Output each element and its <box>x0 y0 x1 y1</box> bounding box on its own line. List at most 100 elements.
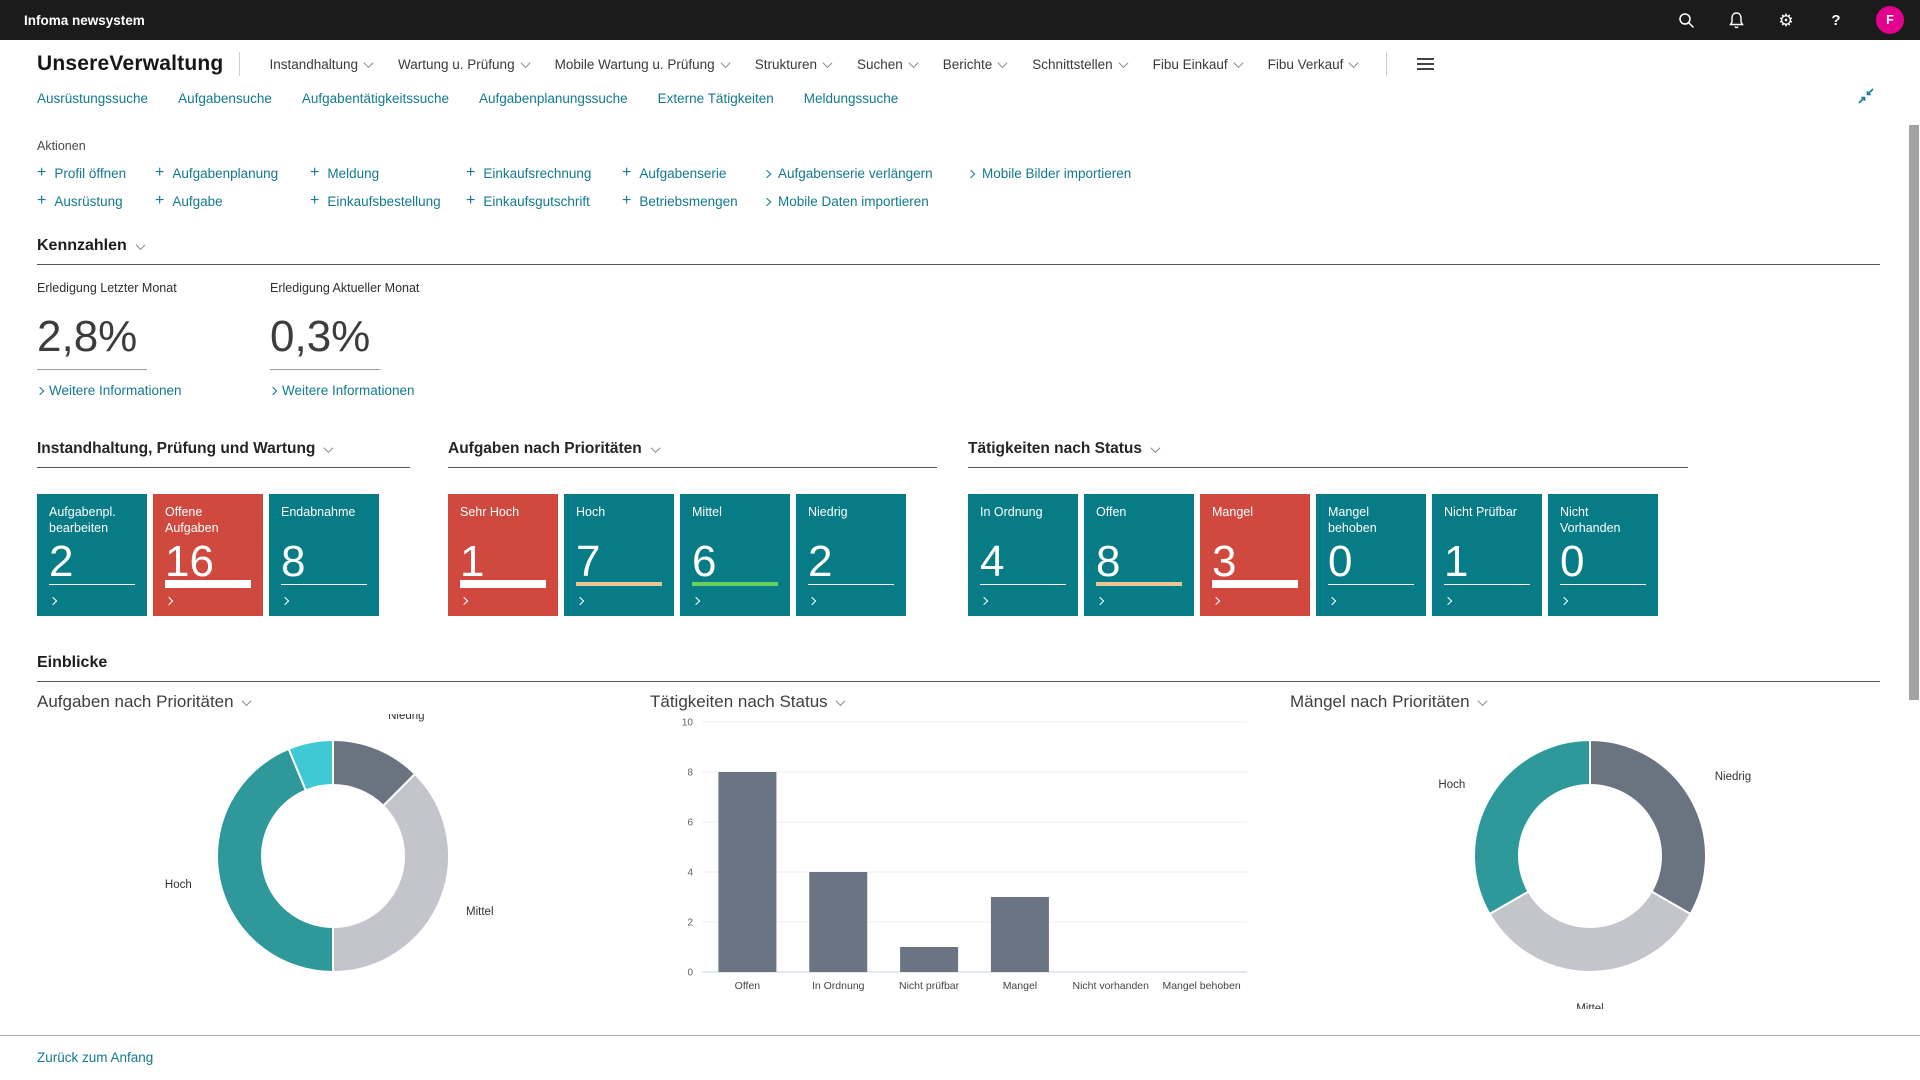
tile-label: Nicht Prüfbar <box>1444 504 1530 536</box>
collapse-header-icon[interactable] <box>1856 86 1876 111</box>
cue-tile-sehr-hoch[interactable]: Sehr Hoch1 <box>448 494 558 616</box>
kpi-label: Erledigung Aktueller Monat <box>270 280 420 314</box>
cue-tile-niedrig[interactable]: Niedrig2 <box>796 494 906 616</box>
chevron-down-icon <box>823 58 833 68</box>
chevron-right-icon <box>576 597 584 605</box>
nav-item-schnittstellen[interactable]: Schnittstellen <box>1019 53 1139 76</box>
charts-row: Aufgaben nach Prioritäten NiedrigMittelH… <box>0 692 1920 1009</box>
tile-value: 0 <box>1560 540 1646 584</box>
action-aufgabe[interactable]: +Aufgabe <box>155 190 310 213</box>
action-aufgabenserie-verlängern[interactable]: Aufgabenserie verlängern <box>764 162 968 185</box>
chart-title[interactable]: Mängel nach Prioritäten <box>1290 692 1880 712</box>
chevron-down-icon <box>1349 58 1359 68</box>
chart-title[interactable]: Aufgaben nach Prioritäten <box>37 692 650 712</box>
action-betriebsmengen[interactable]: +Betriebsmengen <box>622 190 764 213</box>
tile-group-header[interactable]: Tätigkeiten nach Status <box>968 440 1708 458</box>
nav-item-strukturen[interactable]: Strukturen <box>742 53 844 76</box>
action-aufgabenserie[interactable]: +Aufgabenserie <box>622 162 764 185</box>
tile-row: Aufgabenpl. bearbeiten2Offene Aufgaben16… <box>37 494 448 616</box>
back-to-top-link[interactable]: Zurück zum Anfang <box>0 1036 153 1065</box>
subnav-item-aufgabensuche[interactable]: Aufgabensuche <box>178 91 272 106</box>
tile-group-aufgaben-nach-prioritäten: Aufgaben nach Prioritäten Sehr Hoch1Hoch7… <box>448 440 968 616</box>
tile-status-bar <box>1328 584 1414 585</box>
kpi-value: 2,8% <box>37 314 225 360</box>
tile-group-header[interactable]: Instandhaltung, Prüfung und Wartung <box>37 440 448 458</box>
chevron-right-icon <box>281 597 289 605</box>
action-label: Einkaufsgutschrift <box>483 194 590 209</box>
tile-status-bar <box>1444 584 1530 585</box>
chevron-right-icon <box>763 197 771 205</box>
cue-tile-endabnahme[interactable]: Endabnahme8 <box>269 494 379 616</box>
nav-item-berichte[interactable]: Berichte <box>930 53 1020 76</box>
chevron-right-icon <box>269 386 277 394</box>
subnav-item-externe-tätigkeiten[interactable]: Externe Tätigkeiten <box>658 91 774 106</box>
tile-status-bar <box>808 584 894 585</box>
action-mobile-daten-importieren[interactable]: Mobile Daten importieren <box>764 190 968 213</box>
kennzahlen-section: Kennzahlen Erledigung Letzter Monat2,8%W… <box>0 237 1920 398</box>
help-icon[interactable]: ? <box>1826 10 1846 30</box>
cue-tile-in-ordnung[interactable]: In Ordnung4 <box>968 494 1078 616</box>
subnav-item-aufgabenplanungssuche[interactable]: Aufgabenplanungssuche <box>479 91 628 106</box>
action-aufgabenplanung[interactable]: +Aufgabenplanung <box>155 162 310 185</box>
user-avatar[interactable]: F <box>1876 6 1904 34</box>
svg-text:Hoch: Hoch <box>1438 779 1465 791</box>
nav-item-label: Berichte <box>943 57 993 72</box>
action-einkaufsbestellung[interactable]: +Einkaufsbestellung <box>310 190 466 213</box>
action-meldung[interactable]: +Meldung <box>310 162 466 185</box>
cue-tile-mangel[interactable]: Mangel3 <box>1200 494 1310 616</box>
cue-tile-nicht-prüfbar[interactable]: Nicht Prüfbar1 <box>1432 494 1542 616</box>
cue-tile-hoch[interactable]: Hoch7 <box>564 494 674 616</box>
action-column: +Aufgabenserie +Betriebsmengen <box>622 162 764 213</box>
plus-icon: + <box>622 165 631 181</box>
chart-title[interactable]: Tätigkeiten nach Status <box>650 692 1290 712</box>
action-mobile-bilder-importieren[interactable]: Mobile Bilder importieren <box>968 162 1131 185</box>
action-column: Aufgabenserie verlängern Mobile Daten imp… <box>764 162 968 213</box>
nav-item-fibu-verkauf[interactable]: Fibu Verkauf <box>1255 53 1371 76</box>
cue-tile-mangel-behoben[interactable]: Mangel behoben0 <box>1316 494 1426 616</box>
cue-tile-offene-aufgaben[interactable]: Offene Aufgaben16 <box>153 494 263 616</box>
chevron-right-icon <box>49 597 57 605</box>
nav-item-fibu-einkauf[interactable]: Fibu Einkauf <box>1140 53 1255 76</box>
tile-label: Aufgabenpl. bearbeiten <box>49 504 135 536</box>
nav-item-instandhaltung[interactable]: Instandhaltung <box>256 53 385 76</box>
plus-icon: + <box>622 193 631 209</box>
tile-value: 8 <box>1096 540 1182 584</box>
cue-tile-aufgabenpl-bearbeiten[interactable]: Aufgabenpl. bearbeiten2 <box>37 494 147 616</box>
tile-label: Nicht Vorhanden <box>1560 504 1646 536</box>
cue-tile-groups: Instandhaltung, Prüfung und WartungAufga… <box>0 440 1920 616</box>
tile-value: 8 <box>281 540 367 584</box>
svg-text:Nicht vorhanden: Nicht vorhanden <box>1073 980 1150 992</box>
cue-tile-offen[interactable]: Offen8 <box>1084 494 1194 616</box>
svg-text:2: 2 <box>687 918 693 929</box>
section-divider <box>37 681 1880 682</box>
action-profil-öffnen[interactable]: +Profil öffnen <box>37 162 155 185</box>
tile-group-header[interactable]: Aufgaben nach Prioritäten <box>448 440 968 458</box>
tile-value: 7 <box>576 540 662 584</box>
search-icon[interactable] <box>1676 10 1696 30</box>
kpi-more-info-link[interactable]: Weitere Informationen <box>270 383 458 398</box>
svg-text:Mangel: Mangel <box>1003 980 1037 992</box>
plus-icon: + <box>37 193 46 209</box>
kennzahlen-header[interactable]: Kennzahlen <box>37 237 1880 255</box>
action-ausrüstung[interactable]: +Ausrüstung <box>37 190 155 213</box>
more-options-hamburger-icon[interactable] <box>1417 58 1434 70</box>
subnav-item-meldungssuche[interactable]: Meldungssuche <box>804 91 899 106</box>
company-name[interactable]: UnsereVerwaltung <box>37 52 223 76</box>
vertical-scrollbar[interactable] <box>1909 125 1919 700</box>
tile-group-title: Tätigkeiten nach Status <box>968 440 1142 458</box>
notifications-bell-icon[interactable] <box>1726 10 1746 30</box>
action-einkaufsrechnung[interactable]: +Einkaufsrechnung <box>466 162 622 185</box>
nav-item-suchen[interactable]: Suchen <box>844 53 930 76</box>
settings-gear-icon[interactable]: ⚙ <box>1776 10 1796 30</box>
cue-tile-mittel[interactable]: Mittel6 <box>680 494 790 616</box>
subnav-item-aufgabentätigkeitssuche[interactable]: Aufgabentätigkeitssuche <box>302 91 449 106</box>
nav-item-wartung-u-prüfung[interactable]: Wartung u. Prüfung <box>385 53 542 76</box>
action-einkaufsgutschrift[interactable]: +Einkaufsgutschrift <box>466 190 622 213</box>
nav-item-mobile-wartung-u-prüfung[interactable]: Mobile Wartung u. Prüfung <box>542 53 742 76</box>
kpi-more-info-link[interactable]: Weitere Informationen <box>37 383 225 398</box>
cue-tile-nicht-vorhanden[interactable]: Nicht Vorhanden 0 <box>1548 494 1658 616</box>
action-label: Mobile Bilder importieren <box>982 166 1131 181</box>
tile-group-instandhaltung-prüfung-und-wartung: Instandhaltung, Prüfung und Wartung Aufga… <box>37 440 448 616</box>
subnav-item-ausrüstungssuche[interactable]: Ausrüstungssuche <box>37 91 148 106</box>
svg-text:Offen: Offen <box>735 980 761 992</box>
